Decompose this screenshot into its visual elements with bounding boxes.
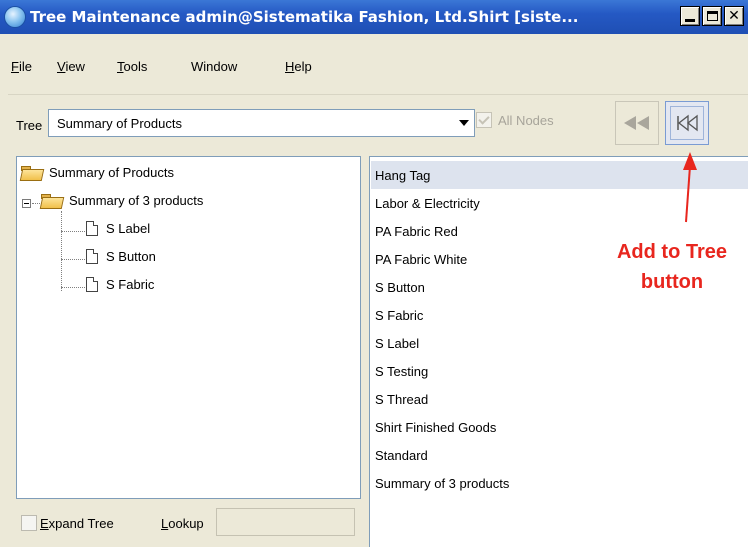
expand-tree-label: Expand Tree: [40, 516, 114, 531]
minimize-button[interactable]: [680, 6, 700, 26]
window-title: Tree Maintenance admin@Sistematika Fashi…: [30, 8, 579, 26]
document-icon: [86, 277, 98, 292]
tree-select[interactable]: Summary of Products: [48, 109, 475, 137]
collapse-icon[interactable]: [22, 199, 31, 208]
tree-leaf[interactable]: S Fabric: [86, 277, 154, 292]
rewind-button[interactable]: [615, 101, 659, 145]
lookup-label: Lookup: [161, 516, 204, 531]
add-to-tree-button[interactable]: [665, 101, 709, 145]
minimize-icon: [685, 19, 695, 22]
expand-lookup-row: Expand Tree Lookup: [16, 507, 361, 539]
tree-maintenance-window: Tree Maintenance admin@Sistematika Fashi…: [0, 0, 748, 547]
tree-leaf[interactable]: S Label: [86, 221, 150, 236]
lookup-input[interactable]: [216, 508, 355, 536]
tree-select-value: Summary of Products: [57, 115, 182, 131]
tree-leaf-label: S Fabric: [106, 277, 155, 292]
app-icon: [4, 6, 26, 28]
list-item[interactable]: Summary of 3 products: [371, 469, 748, 497]
rewind-icon: [624, 116, 649, 130]
checkbox-checked-icon: [476, 112, 492, 128]
tree-node-summary[interactable]: Summary of 3 products: [41, 193, 203, 208]
expand-tree-checkbox[interactable]: [21, 515, 37, 531]
title-bar[interactable]: Tree Maintenance admin@Sistematika Fashi…: [0, 0, 748, 34]
maximize-button[interactable]: [702, 6, 722, 26]
list-item[interactable]: S Thread: [371, 385, 748, 413]
tree-node-label: Summary of 3 products: [69, 193, 204, 208]
product-list[interactable]: Hang Tag Labor & Electricity PA Fabric R…: [369, 156, 748, 547]
folder-open-icon: [41, 193, 63, 208]
list-item[interactable]: S Fabric: [371, 301, 748, 329]
list-item[interactable]: S Label: [371, 329, 748, 357]
tree-leaf[interactable]: S Button: [86, 249, 156, 264]
close-icon: ✕: [728, 8, 740, 24]
skip-to-start-icon: [677, 114, 698, 132]
chevron-down-icon[interactable]: [454, 110, 474, 136]
menu-bar: File View Tools Window Help: [0, 54, 748, 78]
menu-tools[interactable]: Tools: [117, 59, 147, 74]
list-item[interactable]: Shirt Finished Goods: [371, 413, 748, 441]
tree-leaf-label: S Button: [106, 249, 156, 264]
list-item[interactable]: Hang Tag: [371, 161, 748, 189]
list-item[interactable]: Labor & Electricity: [371, 189, 748, 217]
menu-file[interactable]: File: [11, 59, 32, 74]
all-nodes-checkbox[interactable]: All Nodes: [476, 112, 554, 128]
annotation-label: Add to Tree button: [616, 241, 727, 293]
menu-help[interactable]: Help: [285, 59, 312, 74]
close-button[interactable]: ✕: [724, 6, 744, 26]
tree-leaf-label: S Label: [106, 221, 151, 236]
tree-label: Tree: [16, 118, 43, 133]
all-nodes-label: All Nodes: [498, 112, 554, 128]
tree-node-label: Summary of Products: [49, 165, 174, 180]
list-item[interactable]: Standard: [371, 441, 748, 469]
list-item[interactable]: S Testing: [371, 357, 748, 385]
menu-view[interactable]: View: [57, 59, 85, 74]
maximize-icon: [706, 11, 718, 21]
document-icon: [86, 221, 98, 236]
tree-panel[interactable]: Summary of Products Summary of 3 product…: [16, 156, 361, 499]
tree-node-root[interactable]: Summary of Products: [21, 165, 174, 180]
document-icon: [86, 249, 98, 264]
folder-open-icon: [21, 165, 43, 180]
menu-window[interactable]: Window: [191, 59, 237, 74]
